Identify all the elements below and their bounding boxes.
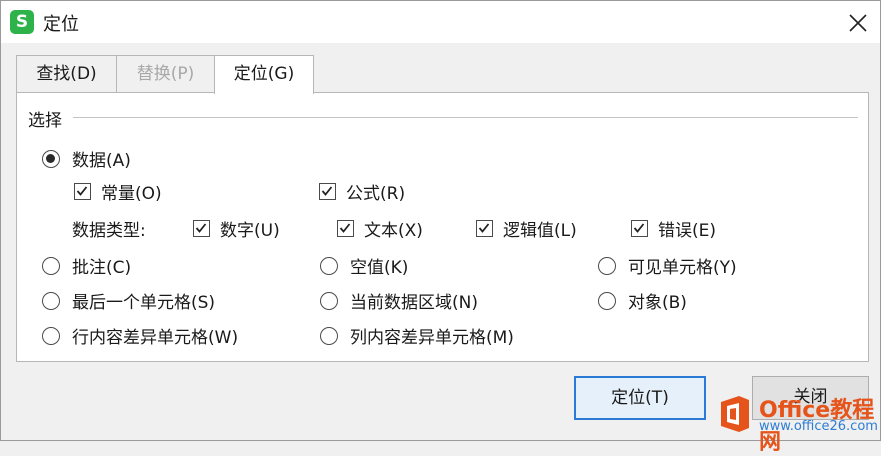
checkbox-logical[interactable]: 逻辑值(L) <box>476 216 577 241</box>
radio-unselected-icon <box>320 326 338 345</box>
radio-unselected-icon <box>598 256 616 275</box>
checkbox-checked-icon <box>476 220 493 237</box>
radio-comment[interactable]: 批注(C) <box>42 253 131 278</box>
checkbox-formula[interactable]: 公式(R) <box>319 179 405 204</box>
radio-visible-cells-label: 可见单元格(Y) <box>628 258 737 278</box>
radio-selected-icon <box>42 149 60 168</box>
watermark: Office教程网 www.office26.com <box>713 390 881 455</box>
radio-unselected-icon <box>320 256 338 275</box>
radio-row-diff-label: 行内容差异单元格(W) <box>72 328 239 348</box>
checkbox-checked-icon <box>631 220 648 237</box>
checkbox-checked-icon <box>193 220 210 237</box>
radio-current-region[interactable]: 当前数据区域(N) <box>320 288 478 313</box>
window-title: 定位 <box>43 14 79 35</box>
locate-dialog: S 定位 查找(D) 替换(P) 定位(G) 选择 数据(A) 常量(O) 公式… <box>0 0 881 455</box>
radio-objects[interactable]: 对象(B) <box>598 288 687 313</box>
radio-objects-label: 对象(B) <box>628 293 687 313</box>
tab-replace[interactable]: 替换(P) <box>116 55 215 92</box>
title-bar: S 定位 <box>1 1 880 43</box>
tab-locate[interactable]: 定位(G) <box>214 55 314 94</box>
radio-comment-label: 批注(C) <box>72 258 132 278</box>
group-label: 选择 <box>28 111 62 131</box>
close-icon[interactable] <box>845 10 871 36</box>
radio-unselected-icon <box>320 291 338 310</box>
radio-visible-cells[interactable]: 可见单元格(Y) <box>598 253 737 278</box>
radio-last-cell-label: 最后一个单元格(S) <box>72 293 216 313</box>
radio-unselected-icon <box>42 291 60 310</box>
office-logo-icon <box>717 394 753 434</box>
checkbox-checked-icon <box>337 220 354 237</box>
checkbox-formula-label: 公式(R) <box>346 184 406 204</box>
radio-row-diff[interactable]: 行内容差异单元格(W) <box>42 323 238 348</box>
watermark-url: www.office26.com <box>759 419 878 434</box>
checkbox-text-label: 文本(X) <box>364 221 423 241</box>
locate-panel: 选择 数据(A) 常量(O) 公式(R) 数据类型: 数字(U) 文本(X) 逻 <box>16 92 869 362</box>
checkbox-number-label: 数字(U) <box>220 221 280 241</box>
radio-last-cell[interactable]: 最后一个单元格(S) <box>42 288 215 313</box>
radio-col-diff-label: 列内容差异单元格(M) <box>350 328 514 348</box>
checkbox-checked-icon <box>319 183 336 200</box>
checkbox-number[interactable]: 数字(U) <box>193 216 280 241</box>
radio-data-label: 数据(A) <box>72 151 131 171</box>
radio-data[interactable]: 数据(A) <box>42 146 131 171</box>
radio-unselected-icon <box>42 256 60 275</box>
radio-col-diff[interactable]: 列内容差异单元格(M) <box>320 323 514 348</box>
radio-unselected-icon <box>598 291 616 310</box>
wps-app-icon: S <box>10 10 34 34</box>
checkbox-logical-label: 逻辑值(L) <box>503 221 577 241</box>
checkbox-checked-icon <box>74 183 91 200</box>
tab-bar: 查找(D) 替换(P) 定位(G) <box>1 55 880 94</box>
checkbox-text[interactable]: 文本(X) <box>337 216 423 241</box>
group-divider <box>73 117 858 118</box>
locate-button[interactable]: 定位(T) <box>574 376 706 420</box>
data-type-label: 数据类型: <box>72 221 146 241</box>
radio-current-region-label: 当前数据区域(N) <box>350 293 478 313</box>
radio-unselected-icon <box>42 326 60 345</box>
radio-blank-label: 空值(K) <box>350 258 409 278</box>
checkbox-constant-label: 常量(O) <box>101 184 162 204</box>
checkbox-constant[interactable]: 常量(O) <box>74 179 162 204</box>
tab-find[interactable]: 查找(D) <box>16 55 117 92</box>
checkbox-error[interactable]: 错误(E) <box>631 216 716 241</box>
radio-blank[interactable]: 空值(K) <box>320 253 408 278</box>
checkbox-error-label: 错误(E) <box>658 221 717 241</box>
